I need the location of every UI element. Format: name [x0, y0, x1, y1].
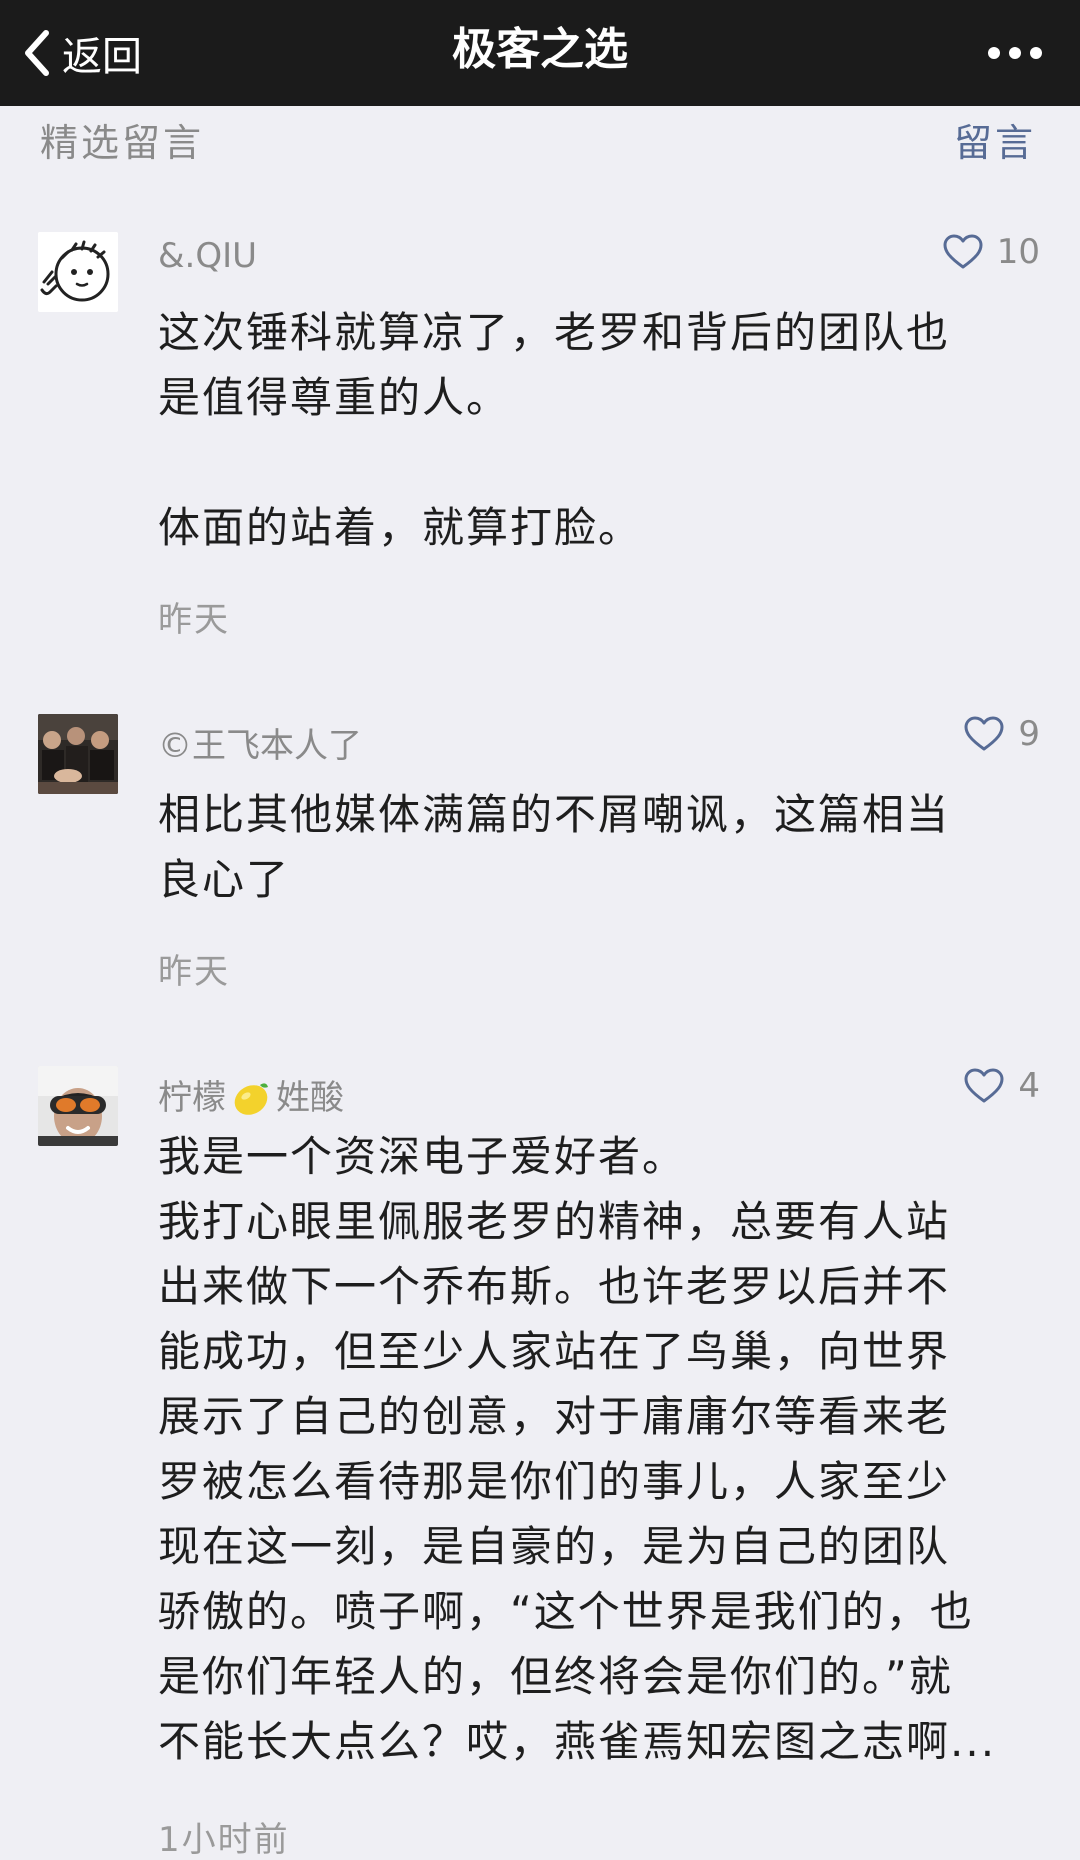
- chevron-left-icon: [25, 30, 49, 76]
- comment-line: 现在这一刻，是自豪的，是为自己的团队: [158, 1522, 951, 1571]
- heart-outline-icon: [964, 1068, 1004, 1103]
- comment-line: [158, 430, 1038, 495]
- page-title: 极客之选: [452, 24, 628, 75]
- avatar[interactable]: [38, 714, 118, 794]
- comment-content: 相比其他媒体满篇的不屑嘲讽，这篇相当 良心了: [158, 782, 1038, 912]
- featured-comments-title: 精选留言: [40, 121, 205, 165]
- nickname-part: 姓酸: [276, 1078, 344, 1118]
- comment-line: 相比其他媒体满篇的不屑嘲讽，这篇相当: [158, 790, 951, 839]
- like-count: 9: [1018, 714, 1040, 754]
- comment-nickname: ©王飞本人了: [158, 726, 362, 766]
- comment-time: 昨天: [158, 600, 230, 640]
- comment-time: 1小时前: [158, 1820, 290, 1860]
- back-button[interactable]: 返回: [20, 0, 142, 106]
- more-dots-icon: [988, 47, 1042, 59]
- comment-item: ©王飞本人了 9 相比其他媒体满篇的不屑嘲讽，这篇相当 良心了 昨天: [0, 714, 1080, 1014]
- featured-comments-header: 精选留言 留言: [0, 106, 1080, 176]
- write-comment-link[interactable]: 留言: [954, 112, 1036, 167]
- like-button[interactable]: 9: [964, 714, 1040, 754]
- comment-time: 昨天: [158, 952, 230, 992]
- heart-outline-icon: [943, 234, 983, 269]
- back-label: 返回: [62, 34, 142, 80]
- comment-line: 我打心眼里佩服老罗的精神，总要有人站: [158, 1197, 951, 1246]
- avatar[interactable]: [38, 232, 118, 312]
- more-button[interactable]: [980, 0, 1050, 106]
- comment-line: 良心了: [158, 855, 291, 904]
- comment-line: 出来做下一个乔布斯。也许老罗以后并不: [158, 1262, 951, 1311]
- comment-line: 我是一个资深电子爱好者。: [158, 1132, 687, 1181]
- heart-outline-icon: [964, 716, 1004, 751]
- comment-line: 是值得尊重的人。: [158, 373, 511, 422]
- comment-line: 骄傲的。喷子啊，“这个世界是我们的，也: [158, 1587, 974, 1636]
- comment-line: 展示了自己的创意，对于庸庸尔等看来老: [158, 1392, 951, 1441]
- comment-content: 这次锤科就算凉了，老罗和背后的团队也 是值得尊重的人。 体面的站着，就算打脸。: [158, 300, 1038, 560]
- cartoon-face-avatar-image: [38, 232, 118, 312]
- like-count: 10: [996, 232, 1040, 272]
- comment-line: 能成功，但至少人家站在了鸟巢，向世界: [158, 1327, 951, 1376]
- comment-nickname: 柠檬 姓酸: [158, 1070, 344, 1119]
- comment-line: 罗被怎么看待那是你们的事儿，人家至少: [158, 1457, 951, 1506]
- group-photo-avatar-image: [38, 714, 118, 794]
- navigation-bar: 返回 极客之选: [0, 0, 1080, 106]
- comment-item: 柠檬 姓酸 4 我是一个资深电子爱好者。 我打心眼里佩服老罗的精神，总要有人站 …: [0, 1066, 1080, 1860]
- goggles-photo-avatar-image: [38, 1066, 118, 1146]
- lemon-emoji-icon: [234, 1083, 268, 1115]
- comment-line: 这次锤科就算凉了，老罗和背后的团队也: [158, 308, 951, 357]
- comment-item: &.QIU 10 这次锤科就算凉了，老罗和背后的团队也 是值得尊重的人。 体面的…: [0, 232, 1080, 652]
- comment-line: 体面的站着，就算打脸。: [158, 503, 643, 552]
- comment-nickname: &.QIU: [158, 236, 257, 276]
- avatar[interactable]: [38, 1066, 118, 1146]
- like-button[interactable]: 4: [964, 1066, 1040, 1106]
- article-comments-page: 返回 极客之选 精选留言 留言 &.QIU 10 这次锤科就算凉了，老罗和背后的…: [0, 0, 1080, 1860]
- like-count: 4: [1018, 1066, 1040, 1106]
- like-button[interactable]: 10: [943, 232, 1040, 272]
- comment-line: 不能长大点么？哎，燕雀焉知宏图之志啊...: [158, 1717, 997, 1766]
- nickname-part: 柠檬: [158, 1078, 226, 1118]
- comment-line: 是你们年轻人的，但终将会是你们的。”就: [158, 1652, 953, 1701]
- comment-content: 我是一个资深电子爱好者。 我打心眼里佩服老罗的精神，总要有人站 出来做下一个乔布…: [158, 1124, 1038, 1774]
